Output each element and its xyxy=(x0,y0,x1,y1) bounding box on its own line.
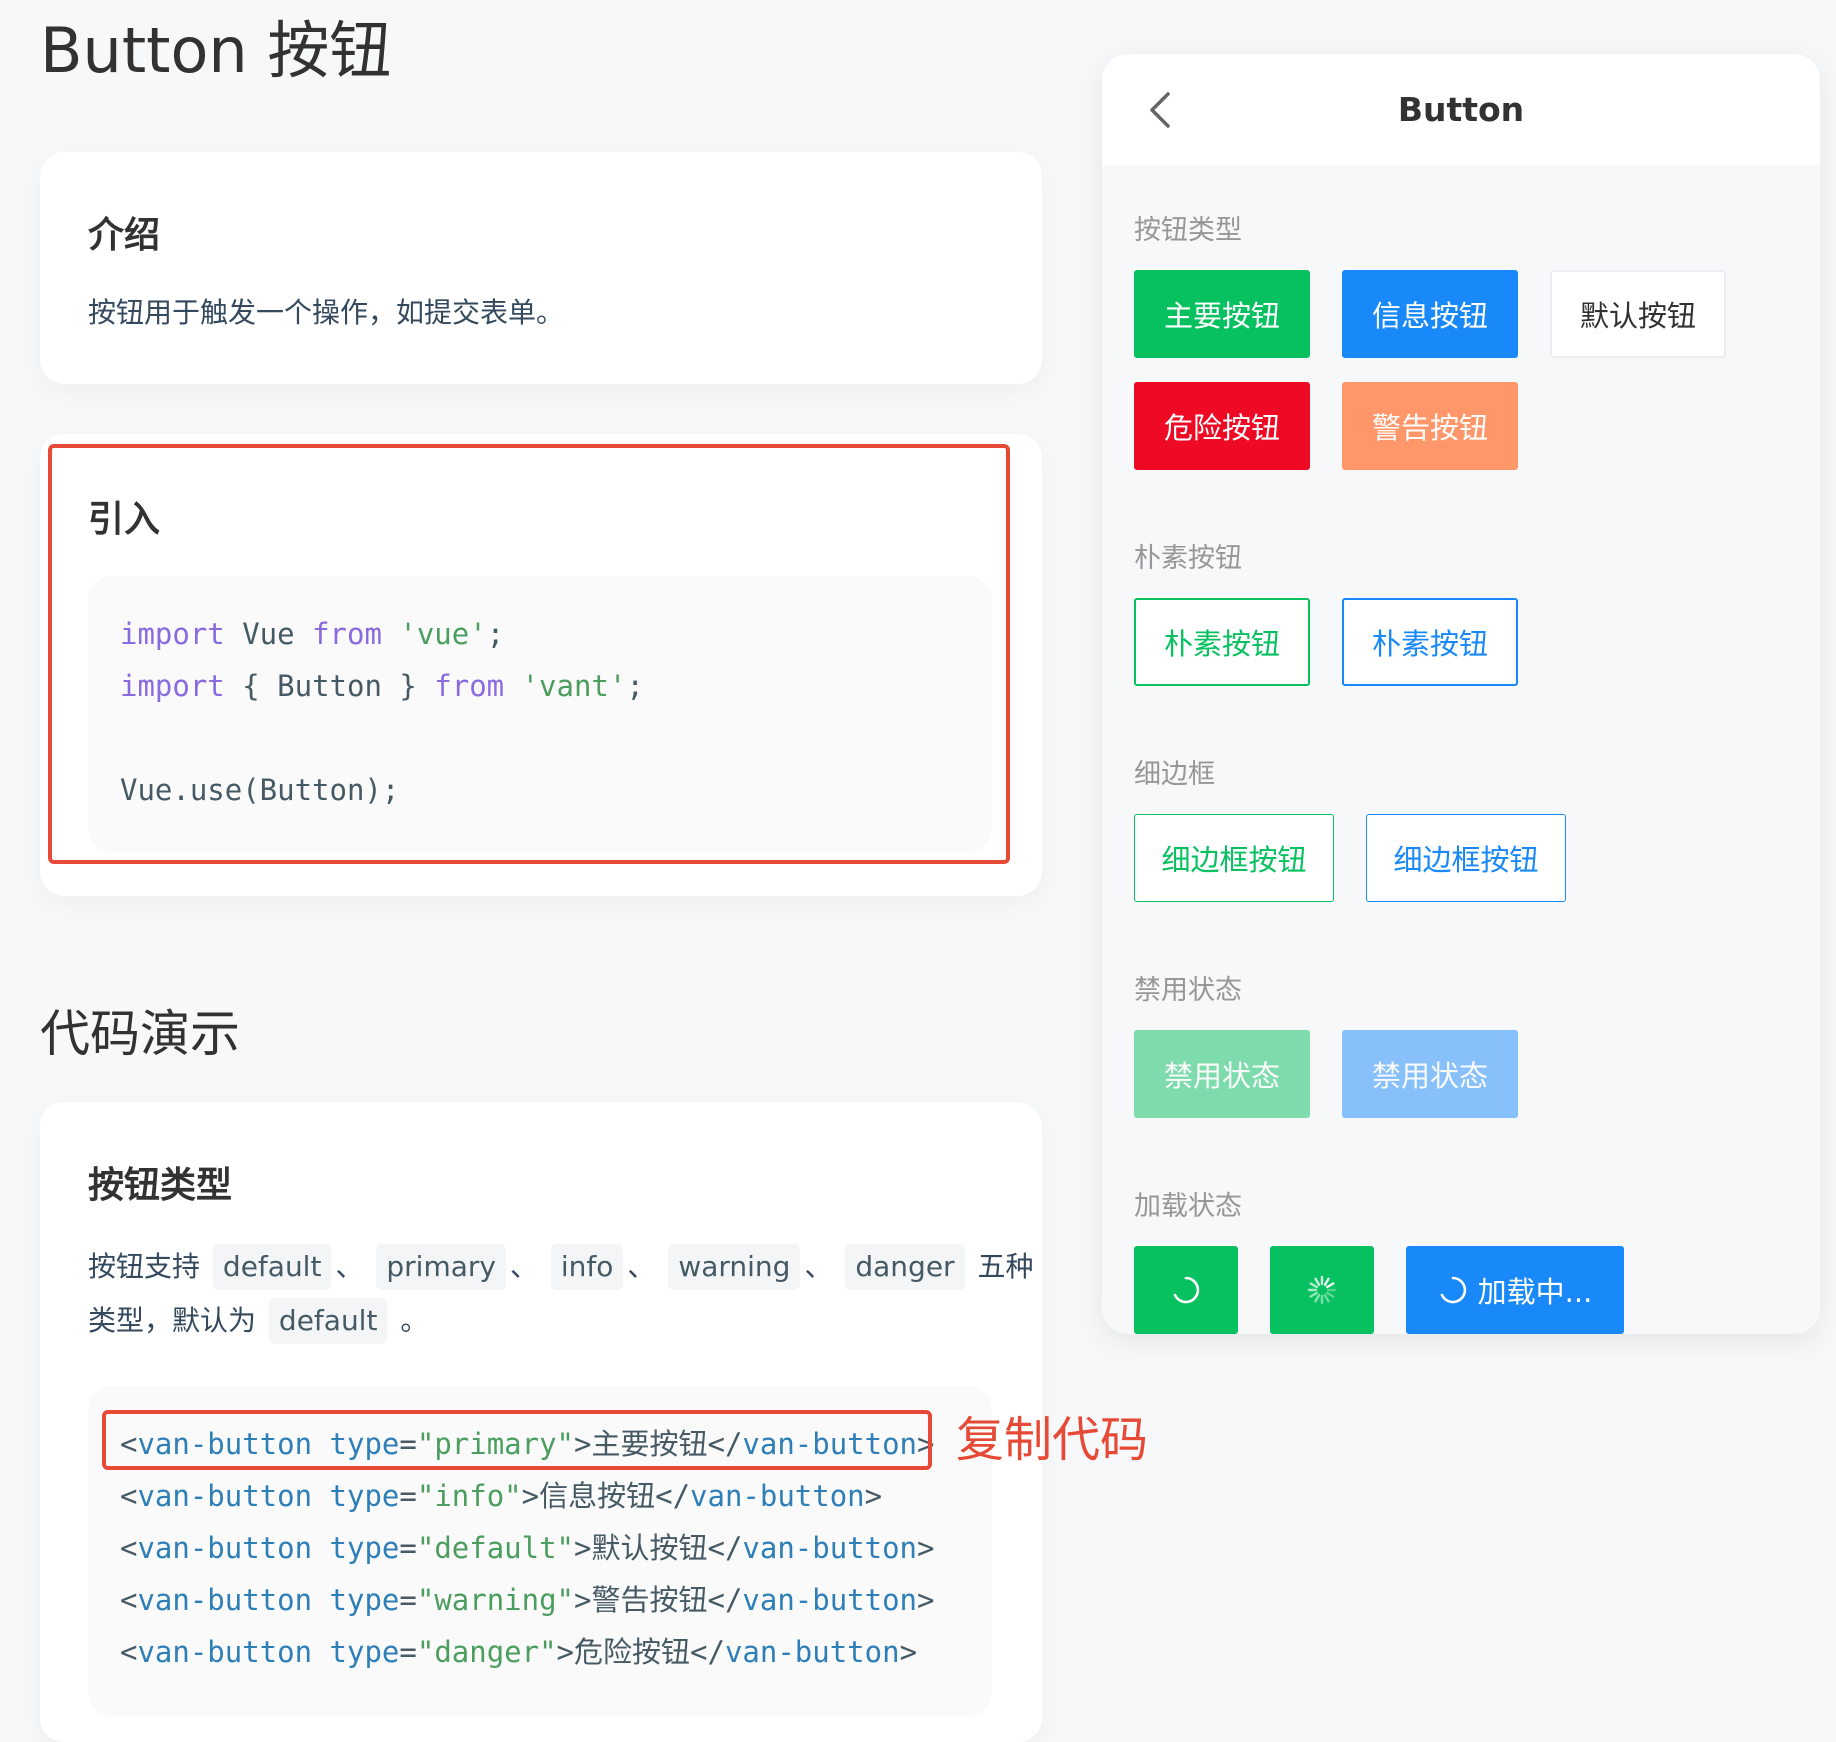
code-attr: type xyxy=(329,1583,400,1617)
disabled-primary-button[interactable]: 禁用状态 xyxy=(1134,1030,1310,1118)
loading-text: 加载中... xyxy=(1477,1275,1593,1309)
desc-text: 按钮支持 xyxy=(88,1250,201,1283)
code-close-gt: > xyxy=(864,1479,883,1513)
code-line: <van-button type="warning">警告按钮</van-but… xyxy=(120,1578,934,1622)
button-types-desc: 按钮支持 default、 primary、 info、 warning、 da… xyxy=(88,1240,1034,1294)
code-gt: > xyxy=(556,1635,575,1669)
hairline-info-button[interactable]: 细边框按钮 xyxy=(1366,814,1566,902)
hairline-primary-button[interactable]: 细边框按钮 xyxy=(1134,814,1334,902)
code-close-lt: </ xyxy=(707,1531,743,1565)
intro-text: 按钮用于触发一个操作，如提交表单。 xyxy=(88,296,565,329)
code-attr: type xyxy=(329,1635,400,1669)
section-title-disabled: 禁用状态 xyxy=(1134,975,1242,1006)
copy-code-annotation: 复制代码 xyxy=(956,1412,1149,1468)
loading-spinner-button[interactable] xyxy=(1270,1246,1374,1334)
intro-card: 介绍 按钮用于触发一个操作，如提交表单。 xyxy=(40,152,1042,384)
primary-button[interactable]: 主要按钮 xyxy=(1134,270,1310,358)
demo-section-title: 代码演示 xyxy=(40,1005,240,1063)
disabled-info-button[interactable]: 禁用状态 xyxy=(1342,1030,1518,1118)
info-button[interactable]: 信息按钮 xyxy=(1342,270,1518,358)
desc-text: 类型，默认为 xyxy=(88,1304,257,1337)
desc-text: 。 xyxy=(400,1304,429,1337)
code-close-gt: > xyxy=(917,1583,935,1617)
desc-sep: 、 xyxy=(627,1250,656,1283)
code-tag: van-button xyxy=(137,1531,313,1565)
code-open: < xyxy=(120,1479,138,1513)
desc-sep: 、 xyxy=(804,1250,833,1283)
code-gt: > xyxy=(574,1531,592,1565)
default-button[interactable]: 默认按钮 xyxy=(1550,270,1726,358)
loading-circular-icon xyxy=(1440,1276,1466,1304)
intro-title: 介绍 xyxy=(88,215,161,256)
section-title-plain: 朴素按钮 xyxy=(1134,543,1242,574)
nav-bar: Button xyxy=(1102,54,1820,166)
plain-primary-button[interactable]: 朴素按钮 xyxy=(1134,598,1310,686)
loading-text-button[interactable]: 加载中... xyxy=(1406,1246,1624,1334)
code-gt: > xyxy=(574,1583,592,1617)
desc-text: 五种 xyxy=(977,1250,1034,1283)
code-text: 信息按钮 xyxy=(539,1479,656,1513)
copy-code-highlight-box xyxy=(102,1410,932,1470)
button-types-desc-2: 类型，默认为 default 。 xyxy=(88,1294,428,1348)
code-tag: van-button xyxy=(137,1583,313,1617)
inline-code: info xyxy=(550,1244,624,1290)
page-title: Button 按钮 xyxy=(40,14,392,87)
nav-title: Button xyxy=(1397,90,1525,129)
section-title-types: 按钮类型 xyxy=(1134,215,1242,246)
code-attr: type xyxy=(329,1531,400,1565)
code-tag: van-button xyxy=(137,1479,313,1513)
code-open: < xyxy=(120,1635,138,1669)
plain-info-button[interactable]: 朴素按钮 xyxy=(1342,598,1518,686)
danger-button[interactable]: 危险按钮 xyxy=(1134,382,1310,470)
code-val: "default" xyxy=(416,1531,574,1565)
inline-code: danger xyxy=(845,1244,965,1290)
code-attr: type xyxy=(329,1479,400,1513)
code-close-tag: van-button xyxy=(724,1635,900,1669)
code-eq: = xyxy=(399,1531,417,1565)
button-types-title: 按钮类型 xyxy=(88,1165,233,1206)
code-eq: = xyxy=(399,1479,417,1513)
inline-code: primary xyxy=(376,1244,506,1290)
code-close-gt: > xyxy=(917,1531,935,1565)
code-close-tag: van-button xyxy=(690,1479,865,1513)
code-line: <van-button type="danger">危险按钮</van-butt… xyxy=(120,1630,917,1674)
code-line: <van-button type="default">默认按钮</van-but… xyxy=(120,1526,934,1570)
code-close-lt: </ xyxy=(707,1583,743,1617)
loading-spinner-icon xyxy=(1307,1275,1337,1305)
code-text: 默认按钮 xyxy=(591,1531,708,1565)
section-title-loading: 加载状态 xyxy=(1134,1191,1242,1222)
inline-code: default xyxy=(212,1244,332,1290)
code-line: <van-button type="info">信息按钮</van-button… xyxy=(120,1474,882,1518)
loading-circular-icon xyxy=(1173,1276,1200,1304)
import-highlight-box xyxy=(48,444,1010,864)
code-text: 危险按钮 xyxy=(574,1635,691,1669)
desc-sep: 、 xyxy=(335,1250,364,1283)
code-open: < xyxy=(120,1531,138,1565)
code-tag: van-button xyxy=(137,1635,313,1669)
warning-button[interactable]: 警告按钮 xyxy=(1342,382,1518,470)
inline-code: default xyxy=(268,1298,388,1344)
code-eq: = xyxy=(399,1583,417,1617)
code-close-tag: van-button xyxy=(742,1531,918,1565)
code-gt: > xyxy=(521,1479,540,1513)
code-close-gt: > xyxy=(899,1635,918,1669)
loading-circular-button[interactable] xyxy=(1134,1246,1238,1334)
desc-sep: 、 xyxy=(509,1250,538,1283)
section-title-hairline: 细边框 xyxy=(1134,759,1215,790)
code-eq: = xyxy=(399,1635,417,1669)
code-val: "info" xyxy=(416,1479,522,1513)
code-val: "danger" xyxy=(416,1635,557,1669)
code-val: "warning" xyxy=(416,1583,574,1617)
code-close-lt: </ xyxy=(690,1635,725,1669)
code-open: < xyxy=(120,1583,138,1617)
code-close-lt: </ xyxy=(655,1479,691,1513)
inline-code: warning xyxy=(668,1244,801,1290)
code-close-tag: van-button xyxy=(742,1583,918,1617)
mobile-preview: Button 按钮类型 主要按钮 信息按钮 默认按钮 危险按钮 警告按钮 朴素按… xyxy=(1102,54,1820,1334)
code-text: 警告按钮 xyxy=(591,1583,708,1617)
